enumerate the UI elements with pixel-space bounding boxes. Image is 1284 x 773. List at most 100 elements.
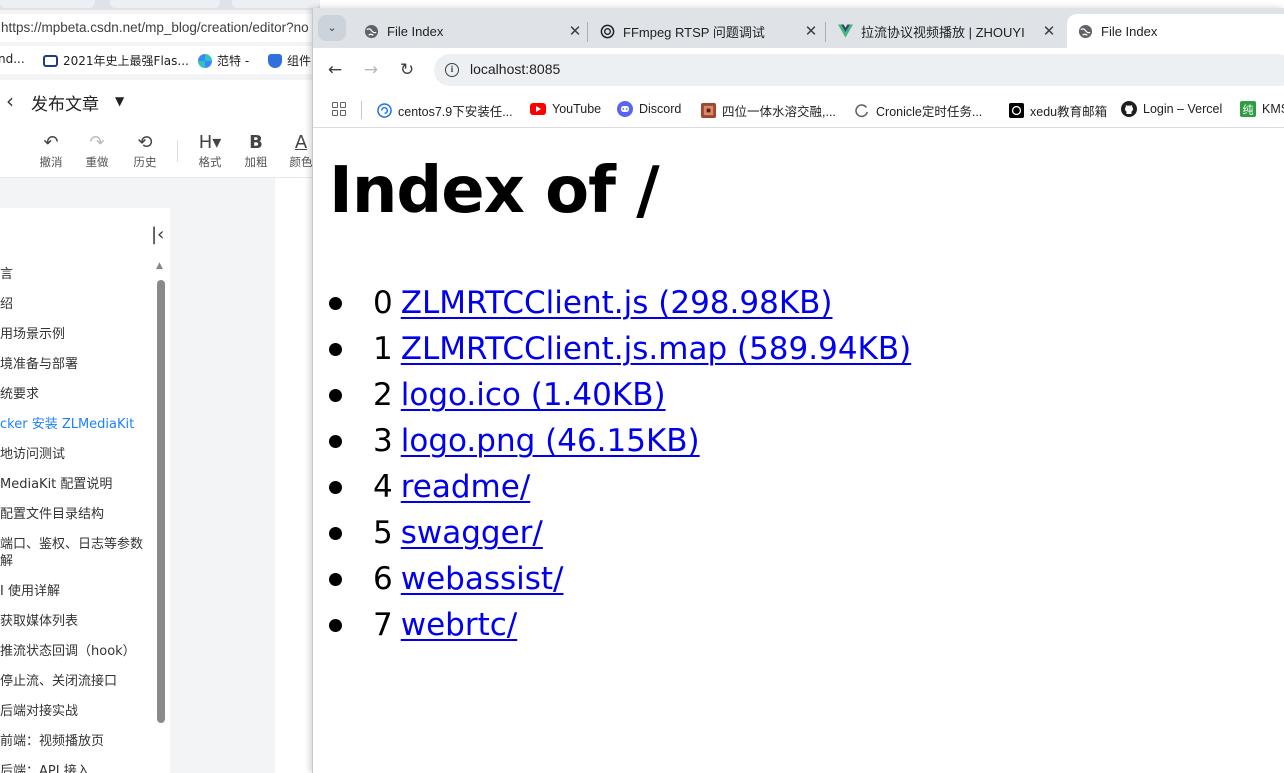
bookmark[interactable]: 四位一体水溶交融,... [700,101,836,120]
outline-item[interactable]: 后端对接实战 [0,703,155,720]
back-chevron-icon[interactable]: ‹ [6,89,14,113]
editor-toolbar: ↶ 撤消 ↷ 重做 ⟲ 历史 H▾ 格式 B 加粗 A 颜色 [0,126,320,178]
outline-item[interactable]: 获取媒体列表 [0,613,155,630]
file-link[interactable]: logo.ico (1.40KB) [401,376,666,414]
bookmark-label: 四位一体水溶交融,... [722,105,836,119]
svg-text:纯: 纯 [1243,104,1254,117]
file-index: 4 [373,469,393,505]
file-index: 0 [373,285,393,321]
bookmark-label: KMS [1262,102,1284,116]
file-list-item: 2 logo.ico (1.40KB) [329,376,911,422]
openai-icon [1008,103,1024,119]
outline-item[interactable]: 端口、鉴权、日志等参数解 [0,536,155,570]
file-index: 1 [373,331,393,367]
file-index: 2 [373,377,393,413]
bookmark-label: 2021年史上最强Flas... [63,54,189,68]
bookmark[interactable]: xedu教育邮箱 [1008,101,1107,120]
file-link[interactable]: ZLMRTCClient.js.map (589.94KB) [401,330,912,368]
file-list-item: 5 swagger/ [329,514,911,560]
background-bookmark[interactable]: 范特 - [198,52,249,69]
file-link[interactable]: webassist/ [401,560,564,598]
url-text[interactable]: localhost:8085 [470,61,560,77]
bookmarks-bar: centos7.9下安装任... YouTube Discord 四位一体水溶交… [313,92,1284,128]
bullet-icon [329,481,342,494]
tool-label: 加粗 [244,155,268,169]
heading-button[interactable]: H▾ 格式 [190,132,230,170]
apps-grid-icon[interactable] [332,102,346,116]
outline-scrollbar-thumb[interactable] [157,280,165,723]
forward-arrow-icon[interactable]: → [360,59,382,81]
undo-button[interactable]: ↶ 撤消 [31,132,71,170]
close-tab-icon[interactable]: ✕ [1039,22,1059,40]
outline-item[interactable]: 境准备与部署 [0,356,155,373]
tab[interactable]: FFmpeg RTSP 问题调试 ✕ [589,14,821,48]
file-list-item: 0 ZLMRTCClient.js (298.98KB) [329,284,911,330]
bookmark-label: xedu教育邮箱 [1030,105,1108,119]
outline-item[interactable]: 前端：视频播放页 [0,733,155,750]
history-button[interactable]: ⟲ 历史 [125,132,165,170]
outline-item[interactable]: 言 [0,266,155,283]
address-bar[interactable]: i localhost:8085 [434,54,1284,86]
bookmark[interactable]: Discord [617,101,681,117]
outline-item[interactable]: 用场景示例 [0,326,155,343]
tab[interactable]: File Index ✕ [353,14,585,48]
tab-search-chevron-icon[interactable]: ⌄ [318,15,346,41]
tab-title: File Index [1101,23,1158,39]
outline-item[interactable]: 后端：API 接入 [0,763,155,773]
image-icon [700,103,716,119]
scroll-up-arrow-icon[interactable]: ▲ [156,261,163,271]
bookmark[interactable]: Login – Vercel [1121,101,1222,117]
close-tab-icon[interactable]: ✕ [565,22,585,40]
background-bookmark[interactable]: nd... [0,52,25,66]
bold-button[interactable]: B 加粗 [236,132,276,170]
bookmark-label: 范特 - [217,54,250,68]
redo-button[interactable]: ↷ 重做 [77,132,117,170]
outline-item[interactable]: 推流状态回调（hook） [0,643,155,660]
bookmark-label: Cronicle定时任务... [876,105,983,119]
file-link[interactable]: logo.png (46.15KB) [401,422,700,460]
undo-icon: ↶ [43,132,59,153]
history-icon: ⟲ [137,132,153,153]
file-link[interactable]: ZLMRTCClient.js (298.98KB) [401,284,833,322]
background-tab[interactable] [232,0,320,8]
bullet-icon [329,573,342,586]
tab[interactable]: 拉流协议视频播放 | ZHOUYI ✕ [827,14,1059,48]
tool-label: 历史 [133,155,157,169]
outline-item[interactable]: cker 安装 ZLMediaKit [0,416,155,433]
outline-item[interactable]: 停止流、关闭流接口 [0,673,155,690]
document-outline-panel: |‹ ▲ 言绍用场景示例境准备与部署 统要求 cker 安装 ZLMediaKit 地… [0,208,170,773]
file-link[interactable]: readme/ [401,468,531,506]
reload-icon[interactable]: ↻ [396,59,418,81]
collapse-panel-icon[interactable]: |‹ [151,224,164,245]
site-info-icon[interactable]: i [445,63,459,77]
outline-item[interactable]: 绍 [0,296,155,313]
browser-toolbar: ← → ↻ i localhost:8085 [313,48,1284,92]
close-tab-icon[interactable]: ✕ [801,22,821,40]
chevron-down-icon[interactable]: ▼ [115,94,124,108]
bookmark[interactable]: Cronicle定时任务... [854,101,982,120]
close-tab-icon[interactable]: ✕ [1279,22,1284,40]
bookmark[interactable]: YouTube [530,101,601,117]
background-bookmark[interactable]: 2021年史上最强Flas... [43,52,189,69]
kms-icon: 纯 [1240,101,1256,117]
background-tab[interactable] [0,0,95,8]
background-bookmark[interactable]: 组件 [268,52,311,69]
bookmark[interactable]: 纯 KMS [1240,101,1284,117]
file-list: 0 ZLMRTCClient.js (298.98KB) 1 ZLMRTCClient… [329,284,911,652]
file-link[interactable]: swagger/ [401,514,543,552]
outline-item[interactable]: 统要求 [0,386,155,403]
bilibili-icon [43,54,58,67]
outline-item[interactable]: 配置文件目录结构 [0,506,155,523]
background-tab[interactable] [110,0,220,8]
back-arrow-icon[interactable]: ← [324,59,346,81]
file-index: 6 [373,561,393,597]
outline-item[interactable]: 地访问测试 [0,446,155,463]
file-link[interactable]: webrtc/ [401,606,518,644]
background-address-bar[interactable]: https://mpbeta.csdn.net/mp_blog/creation… [0,14,320,42]
outline-item[interactable]: I 使用详解 [0,583,155,600]
tab-active[interactable]: File Index ✕ [1067,14,1284,48]
bookmark[interactable]: centos7.9下安装任... [376,101,513,120]
outline-item[interactable]: MediaKit 配置说明 [0,476,155,493]
globe-icon [363,23,379,39]
discord-icon [617,101,633,117]
